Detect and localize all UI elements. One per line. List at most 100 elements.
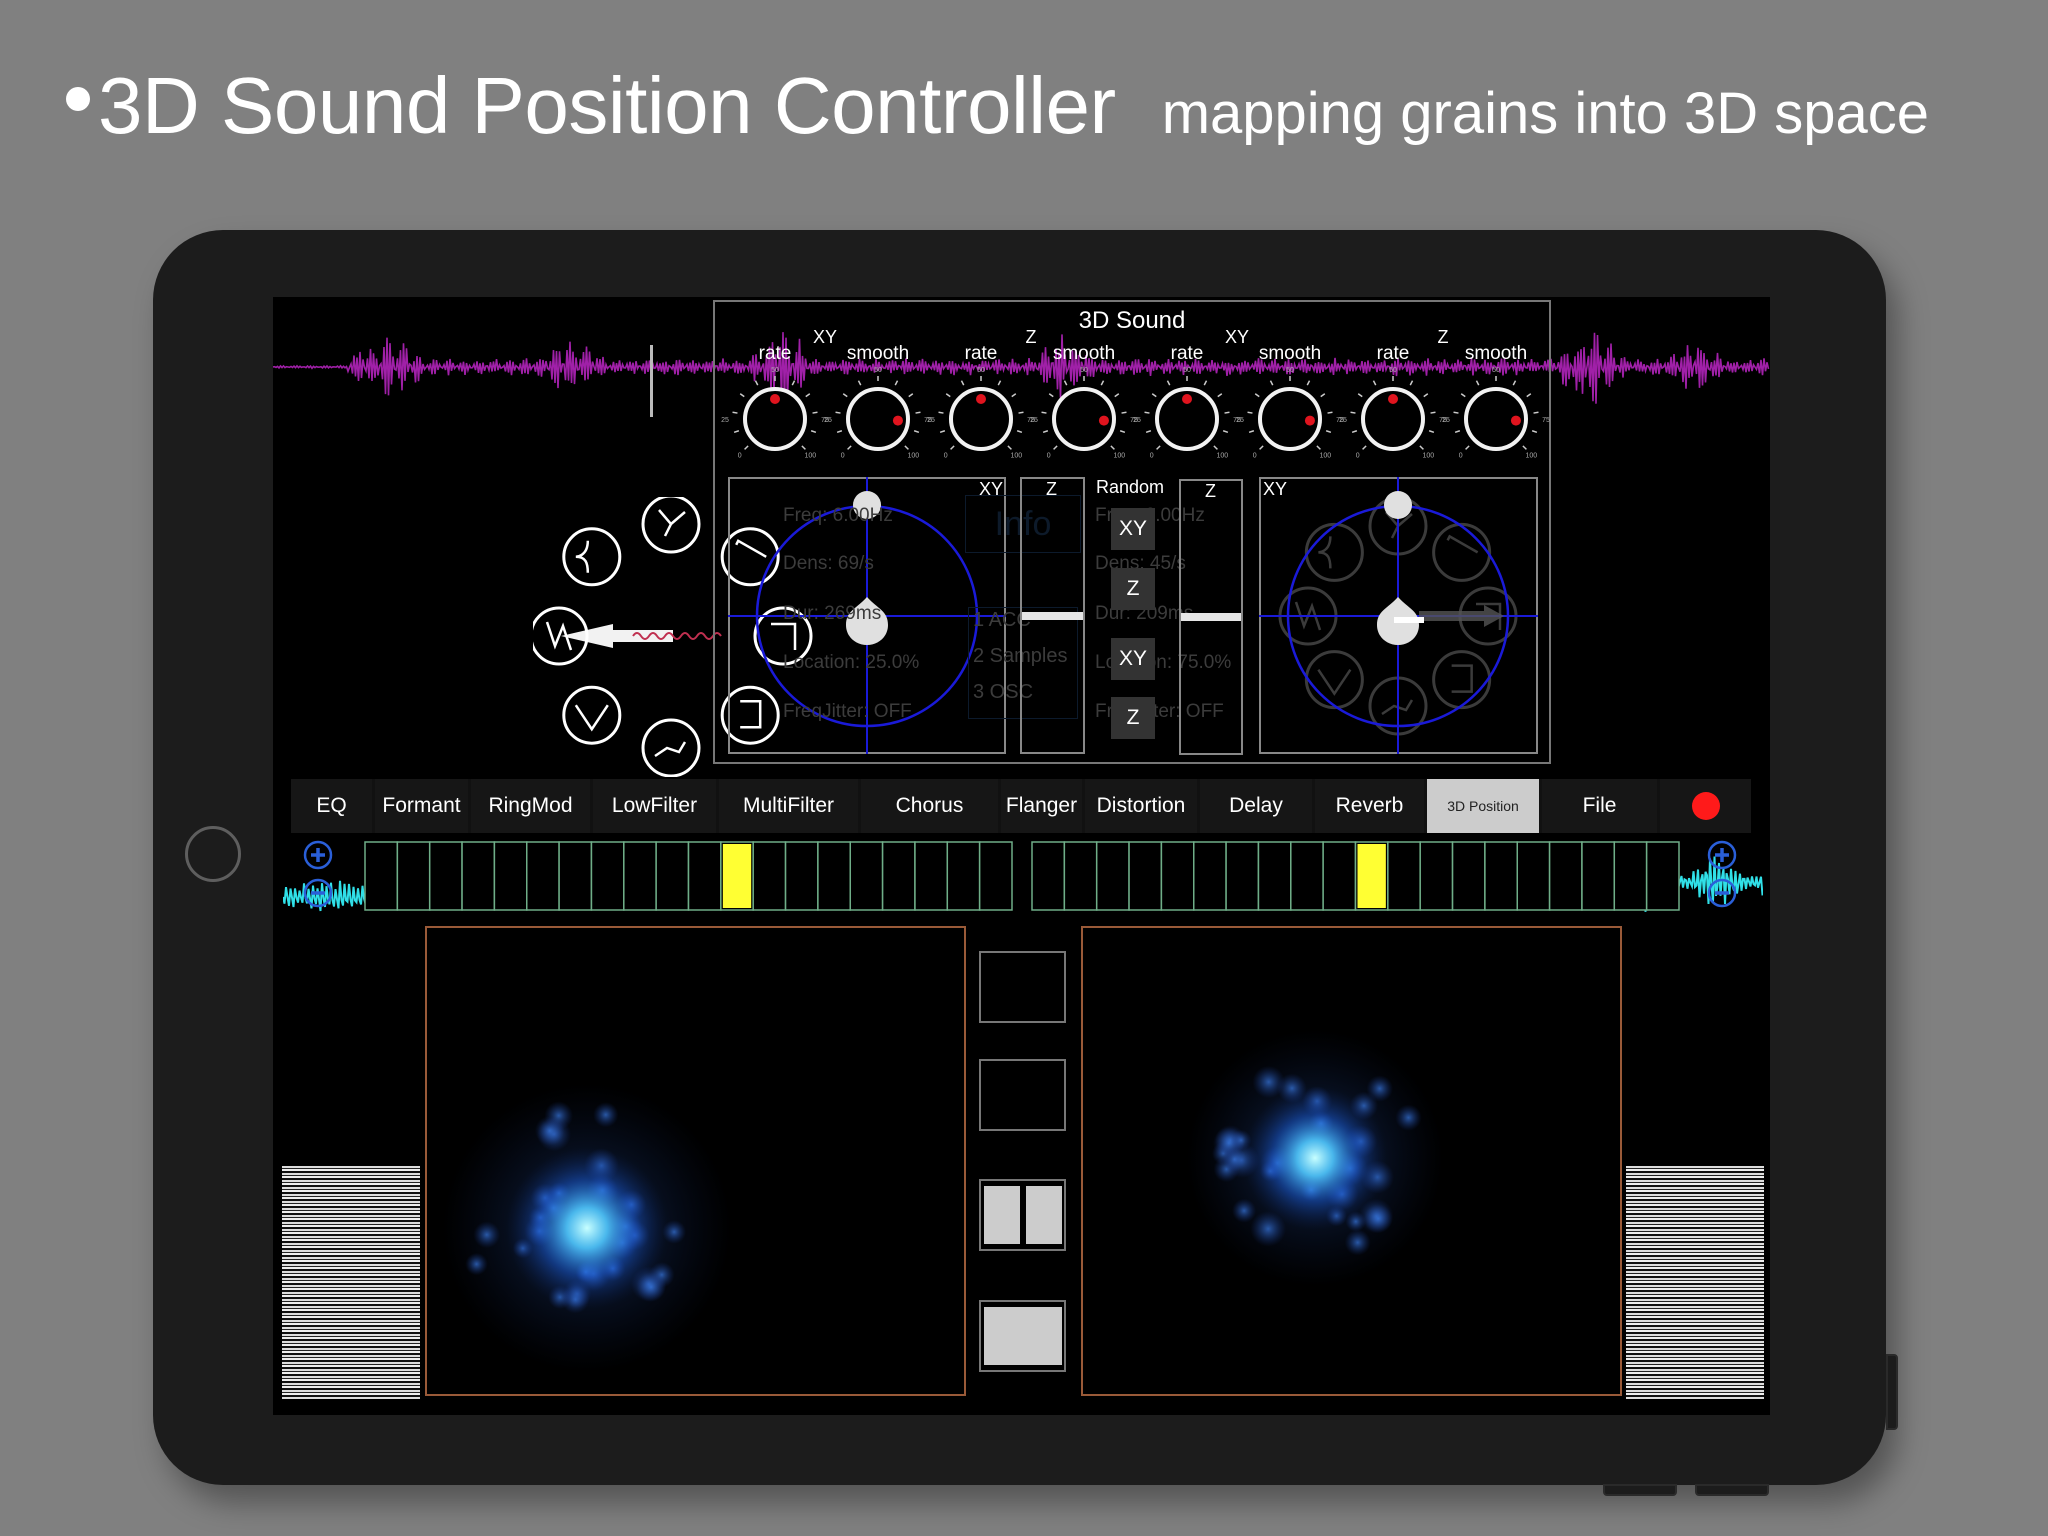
knob-indicator bbox=[976, 394, 986, 404]
sequencer-step[interactable] bbox=[1419, 841, 1454, 911]
zoom-in-button[interactable] bbox=[1707, 840, 1737, 870]
knob-label: rate bbox=[1377, 343, 1410, 364]
grain-space-left[interactable] bbox=[425, 926, 966, 1396]
knob-tick-label: 100 bbox=[1423, 452, 1435, 459]
sequencer-step[interactable] bbox=[364, 841, 399, 911]
grain-particle bbox=[593, 1102, 619, 1128]
sequencer-step[interactable] bbox=[1225, 841, 1260, 911]
waveform-option-icon[interactable] bbox=[562, 685, 622, 745]
waveform-option-icon[interactable] bbox=[641, 718, 701, 777]
z-slider-left-thumb[interactable] bbox=[1022, 611, 1083, 620]
tab-lowfilter[interactable]: LowFilter bbox=[593, 779, 716, 833]
tab-eq[interactable]: EQ bbox=[291, 779, 372, 833]
sequencer-step[interactable] bbox=[1548, 841, 1583, 911]
tab-reverb[interactable]: Reverb bbox=[1315, 779, 1424, 833]
layout-button-empty[interactable] bbox=[979, 951, 1066, 1023]
knob-tick-label: 100 bbox=[1526, 452, 1538, 459]
sequencer-step[interactable] bbox=[1645, 841, 1680, 911]
grain-particle bbox=[1395, 1104, 1422, 1131]
zoom-out-button[interactable] bbox=[303, 878, 333, 908]
random-xy-button[interactable]: XY bbox=[1111, 638, 1155, 680]
sequencer-step[interactable] bbox=[1257, 841, 1292, 911]
layout-button-single[interactable] bbox=[979, 1300, 1066, 1372]
waveform-glyph bbox=[658, 509, 686, 537]
tab-file[interactable]: File bbox=[1542, 779, 1657, 833]
z-slider-right-thumb[interactable] bbox=[1181, 613, 1241, 621]
knob-tick-label: 50 bbox=[1183, 367, 1191, 374]
sequencer-step[interactable] bbox=[817, 841, 852, 911]
layout-button-empty[interactable] bbox=[979, 1059, 1066, 1131]
tab-ringmod[interactable]: RingMod bbox=[471, 779, 590, 833]
xy-top-handle[interactable] bbox=[1384, 491, 1412, 519]
sequencer-step[interactable] bbox=[978, 841, 1013, 911]
waveform-option-icon[interactable] bbox=[1432, 522, 1492, 582]
home-button[interactable] bbox=[185, 826, 241, 882]
knob-tick-label: 25 bbox=[1236, 417, 1244, 424]
sequencer-step[interactable] bbox=[1581, 841, 1616, 911]
playhead[interactable] bbox=[650, 345, 653, 417]
sequencer-step[interactable] bbox=[493, 841, 528, 911]
knob-tick-label: 25 bbox=[1133, 417, 1141, 424]
sequencer-step[interactable] bbox=[590, 841, 625, 911]
waveform-option-icon[interactable] bbox=[1304, 522, 1364, 582]
waveform-option-icon[interactable] bbox=[1432, 650, 1492, 710]
sequencer-step[interactable] bbox=[1095, 841, 1130, 911]
tab-flanger[interactable]: Flanger bbox=[1001, 779, 1082, 833]
sequencer-step[interactable] bbox=[1322, 841, 1357, 911]
sequencer-step[interactable] bbox=[428, 841, 463, 911]
sequencer-step[interactable] bbox=[881, 841, 916, 911]
sequencer-step[interactable] bbox=[623, 841, 657, 911]
sequencer-step[interactable] bbox=[1128, 841, 1163, 911]
knob-tick-label: 75 bbox=[1542, 417, 1550, 424]
sequencer-step[interactable] bbox=[1484, 841, 1519, 911]
sequencer-step[interactable] bbox=[752, 841, 787, 911]
sequencer-step[interactable] bbox=[914, 841, 949, 911]
sequencer-step[interactable] bbox=[849, 841, 884, 911]
waveform-option-icon[interactable] bbox=[562, 527, 622, 587]
zoom-in-button[interactable] bbox=[303, 840, 333, 870]
tab-multifilter[interactable]: MultiFilter bbox=[719, 779, 858, 833]
info-jitter: FreqJitter: OFF bbox=[783, 701, 912, 722]
sequencer-step[interactable] bbox=[946, 841, 981, 911]
sequencer-step[interactable] bbox=[1193, 841, 1227, 911]
random-xy-button[interactable]: XY bbox=[1111, 508, 1155, 550]
layout-button-split[interactable] bbox=[979, 1179, 1066, 1251]
sequencer-step[interactable] bbox=[526, 841, 560, 911]
sequencer-step[interactable] bbox=[1063, 841, 1098, 911]
random-z-button[interactable]: Z bbox=[1111, 568, 1155, 610]
sequencer-active-step[interactable] bbox=[1357, 844, 1386, 908]
sequencer-step[interactable] bbox=[1451, 841, 1486, 911]
sequencer-step[interactable] bbox=[687, 841, 722, 911]
sequencer-step[interactable] bbox=[558, 841, 593, 911]
tab-chorus[interactable]: Chorus bbox=[861, 779, 998, 833]
sequencer-active-step[interactable] bbox=[722, 844, 752, 908]
grain-particle bbox=[1252, 1065, 1285, 1099]
info-dur: Dur: 269ms bbox=[783, 603, 882, 624]
sequencer-step[interactable] bbox=[655, 841, 690, 911]
bullet-icon bbox=[66, 87, 90, 111]
waveform-option-icon[interactable] bbox=[1304, 650, 1364, 710]
sequencer-step[interactable] bbox=[1160, 841, 1195, 911]
knob-tick-label: 25 bbox=[927, 417, 935, 424]
tab-3d-position[interactable]: 3D Position bbox=[1427, 779, 1539, 833]
record-button[interactable] bbox=[1660, 779, 1751, 833]
grain-particle bbox=[1344, 1229, 1371, 1256]
axis-label: XY bbox=[813, 327, 837, 347]
tab-delay[interactable]: Delay bbox=[1200, 779, 1312, 833]
xy-pad-right-graphic[interactable] bbox=[1259, 477, 1538, 754]
tab-formant[interactable]: Formant bbox=[375, 779, 468, 833]
knob-tick-label: 0 bbox=[738, 452, 742, 459]
tab-distortion[interactable]: Distortion bbox=[1085, 779, 1197, 833]
sequencer-step[interactable] bbox=[1031, 841, 1066, 911]
grain-space-right[interactable] bbox=[1081, 926, 1622, 1396]
sequencer-step[interactable] bbox=[461, 841, 496, 911]
zoom-out-button[interactable] bbox=[1707, 878, 1737, 908]
sequencer-step[interactable] bbox=[1516, 841, 1551, 911]
sequencer-step[interactable] bbox=[1387, 841, 1421, 911]
sequencer-step[interactable] bbox=[1613, 841, 1648, 911]
sequencer-step[interactable] bbox=[784, 841, 819, 911]
random-z-button[interactable]: Z bbox=[1111, 697, 1155, 739]
sequencer-step[interactable] bbox=[1290, 841, 1324, 911]
knob-row: XYrate0255075100smooth0255075100Zrate025… bbox=[721, 327, 1550, 459]
sequencer-step[interactable] bbox=[396, 841, 431, 911]
